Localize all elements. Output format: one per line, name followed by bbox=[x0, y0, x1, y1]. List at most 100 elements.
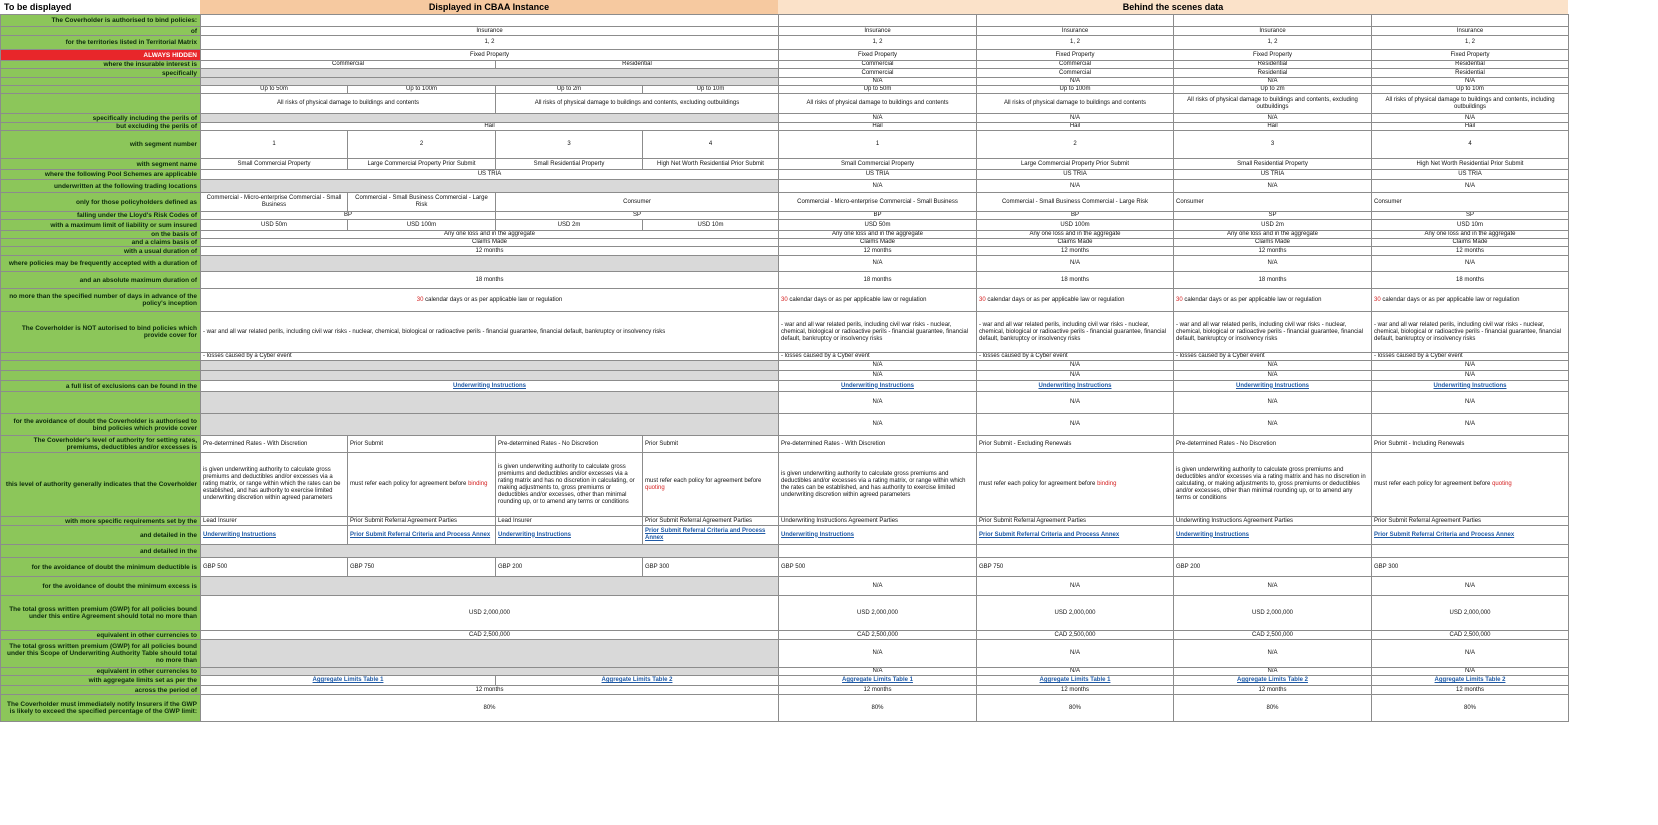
cell: N/A bbox=[976, 255, 1174, 272]
cell: Any one loss and in the aggregate bbox=[200, 230, 779, 239]
row-label: The Coverholder's level of authority for… bbox=[0, 435, 201, 453]
link-cell[interactable]: Aggregate Limits Table 2 bbox=[495, 675, 779, 686]
link-cell[interactable]: Prior Submit Referral Criteria and Proce… bbox=[347, 525, 496, 545]
cell: US TRIA bbox=[778, 169, 977, 180]
cell: - losses caused by a Cyber event bbox=[200, 352, 779, 361]
row-label: The total gross written premium (GWP) fo… bbox=[0, 639, 201, 668]
cell: GBP 750 bbox=[976, 557, 1174, 577]
link-cell[interactable]: Aggregate Limits Table 1 bbox=[976, 675, 1174, 686]
row-label: on the basis of bbox=[0, 230, 201, 239]
cell: Commercial bbox=[778, 60, 977, 69]
cell: Lead Insurer bbox=[495, 516, 643, 526]
cell bbox=[200, 113, 779, 123]
cell: Underwriting Instructions Agreement Part… bbox=[778, 516, 977, 526]
cell: High Net Worth Residential Prior Submit bbox=[1371, 158, 1569, 170]
link-cell[interactable]: Aggregate Limits Table 1 bbox=[778, 675, 977, 686]
table-row: The Coverholder is authorised to bind po… bbox=[0, 14, 1569, 27]
cell bbox=[200, 391, 779, 414]
link-cell[interactable]: Aggregate Limits Table 2 bbox=[1173, 675, 1372, 686]
cell bbox=[976, 14, 1174, 27]
cell: N/A bbox=[778, 255, 977, 272]
cell: Commercial - Micro-enterprise Commercial… bbox=[200, 192, 348, 212]
cell: - losses caused by a Cyber event bbox=[1371, 352, 1569, 361]
cell: Insurance bbox=[778, 26, 977, 36]
cell: CAD 2,500,000 bbox=[778, 630, 977, 640]
cell: Fixed Property bbox=[976, 49, 1174, 61]
cell: 4 bbox=[642, 130, 779, 159]
link-cell[interactable]: Prior Submit Referral Criteria and Proce… bbox=[1371, 525, 1569, 545]
row-label: with segment number bbox=[0, 130, 201, 159]
cell: Commercial - Micro-enterprise Commercial… bbox=[778, 192, 977, 212]
cell: Commercial bbox=[200, 60, 496, 69]
cell: 1, 2 bbox=[1371, 35, 1569, 50]
link-cell[interactable]: Underwriting Instructions bbox=[1173, 380, 1372, 392]
cell: BP bbox=[200, 211, 496, 220]
spreadsheet: To be displayed Displayed in CBAA Instan… bbox=[0, 0, 1658, 825]
row-label: falling under the Lloyd's Risk Codes of bbox=[0, 211, 201, 220]
table-row: underwritten at the following trading lo… bbox=[0, 179, 1569, 193]
table-row: ALWAYS HIDDEN Fixed Property Fixed Propert… bbox=[0, 49, 1569, 61]
cell: USD 2m bbox=[1173, 219, 1372, 231]
link-cell[interactable]: Aggregate Limits Table 1 bbox=[200, 675, 496, 686]
header-displayed-in-cbaa: Displayed in CBAA Instance bbox=[200, 0, 778, 14]
row-label: and detailed in the bbox=[0, 544, 201, 558]
cell: 1 bbox=[200, 130, 348, 159]
cell: All risks of physical damage to building… bbox=[1371, 93, 1569, 114]
link-cell[interactable]: Prior Submit Referral Criteria and Proce… bbox=[976, 525, 1174, 545]
cell: - losses caused by a Cyber event bbox=[778, 352, 977, 361]
table-row: The Coverholder must immediately notify … bbox=[0, 694, 1569, 722]
cell: 12 months bbox=[976, 685, 1174, 695]
row-label: The Coverholder is authorised to bind po… bbox=[0, 14, 201, 27]
link-cell[interactable]: Underwriting Instructions bbox=[200, 380, 779, 392]
row-label: with a maximum limit of liability or sum… bbox=[0, 219, 201, 231]
cell: SP bbox=[495, 211, 779, 220]
cell: Consumer bbox=[1371, 192, 1569, 212]
cell: 12 months bbox=[778, 246, 977, 256]
cell: Commercial bbox=[976, 68, 1174, 78]
row-label: but excluding the perils of bbox=[0, 122, 201, 131]
cell: 1, 2 bbox=[778, 35, 977, 50]
link-cell[interactable]: Underwriting Instructions bbox=[778, 380, 977, 392]
cell bbox=[200, 255, 779, 272]
cell: N/A bbox=[1371, 576, 1569, 596]
link-cell[interactable]: Underwriting Instructions bbox=[778, 525, 977, 545]
cell: must refer each policy for agreement bef… bbox=[642, 452, 779, 517]
cell: 4 bbox=[1371, 130, 1569, 159]
cell: USD 2,000,000 bbox=[778, 595, 977, 631]
link-cell[interactable]: Underwriting Instructions bbox=[976, 380, 1174, 392]
cell: Hail bbox=[976, 122, 1174, 131]
cell: 30 calendar days or as per applicable la… bbox=[1371, 288, 1569, 312]
cell: - losses caused by a Cyber event bbox=[976, 352, 1174, 361]
link-cell[interactable]: Underwriting Instructions bbox=[1173, 525, 1372, 545]
cell: 12 months bbox=[976, 246, 1174, 256]
cell: N/A bbox=[778, 391, 977, 414]
cell: 80% bbox=[200, 694, 779, 722]
cell: 18 months bbox=[1371, 271, 1569, 289]
cell: 12 months bbox=[1371, 246, 1569, 256]
row-label bbox=[0, 360, 201, 371]
cell: Insurance bbox=[200, 26, 779, 36]
table-row: The total gross written premium (GWP) fo… bbox=[0, 639, 1569, 668]
cell: GBP 200 bbox=[1173, 557, 1372, 577]
cell: USD 100m bbox=[976, 219, 1174, 231]
cell: N/A bbox=[1371, 179, 1569, 193]
link-cell[interactable]: Underwriting Instructions bbox=[1371, 380, 1569, 392]
cell: N/A bbox=[778, 77, 977, 86]
cell: 30 calendar days or as per applicable la… bbox=[1173, 288, 1372, 312]
table-row: where policies may be frequently accepte… bbox=[0, 255, 1569, 272]
row-label: and an absolute maximum duration of bbox=[0, 271, 201, 289]
highlighted-text: 30 bbox=[1374, 296, 1381, 303]
cell: Up to 100m bbox=[347, 85, 496, 94]
link-cell[interactable]: Aggregate Limits Table 2 bbox=[1371, 675, 1569, 686]
link-cell[interactable]: Underwriting Instructions bbox=[495, 525, 643, 545]
link-cell[interactable]: Prior Submit Referral Criteria and Proce… bbox=[642, 525, 779, 545]
cell: 1, 2 bbox=[200, 35, 779, 50]
cell: Up to 100m bbox=[976, 85, 1174, 94]
cell: GBP 500 bbox=[200, 557, 348, 577]
cell bbox=[778, 544, 977, 558]
cell: N/A bbox=[1371, 667, 1569, 676]
table-row: with aggregate limits set as per the Aggr… bbox=[0, 675, 1569, 686]
table-row: N/A N/A N/A N/A bbox=[0, 391, 1569, 414]
link-cell[interactable]: Underwriting Instructions bbox=[200, 525, 348, 545]
cell: Claims Made bbox=[778, 238, 977, 247]
